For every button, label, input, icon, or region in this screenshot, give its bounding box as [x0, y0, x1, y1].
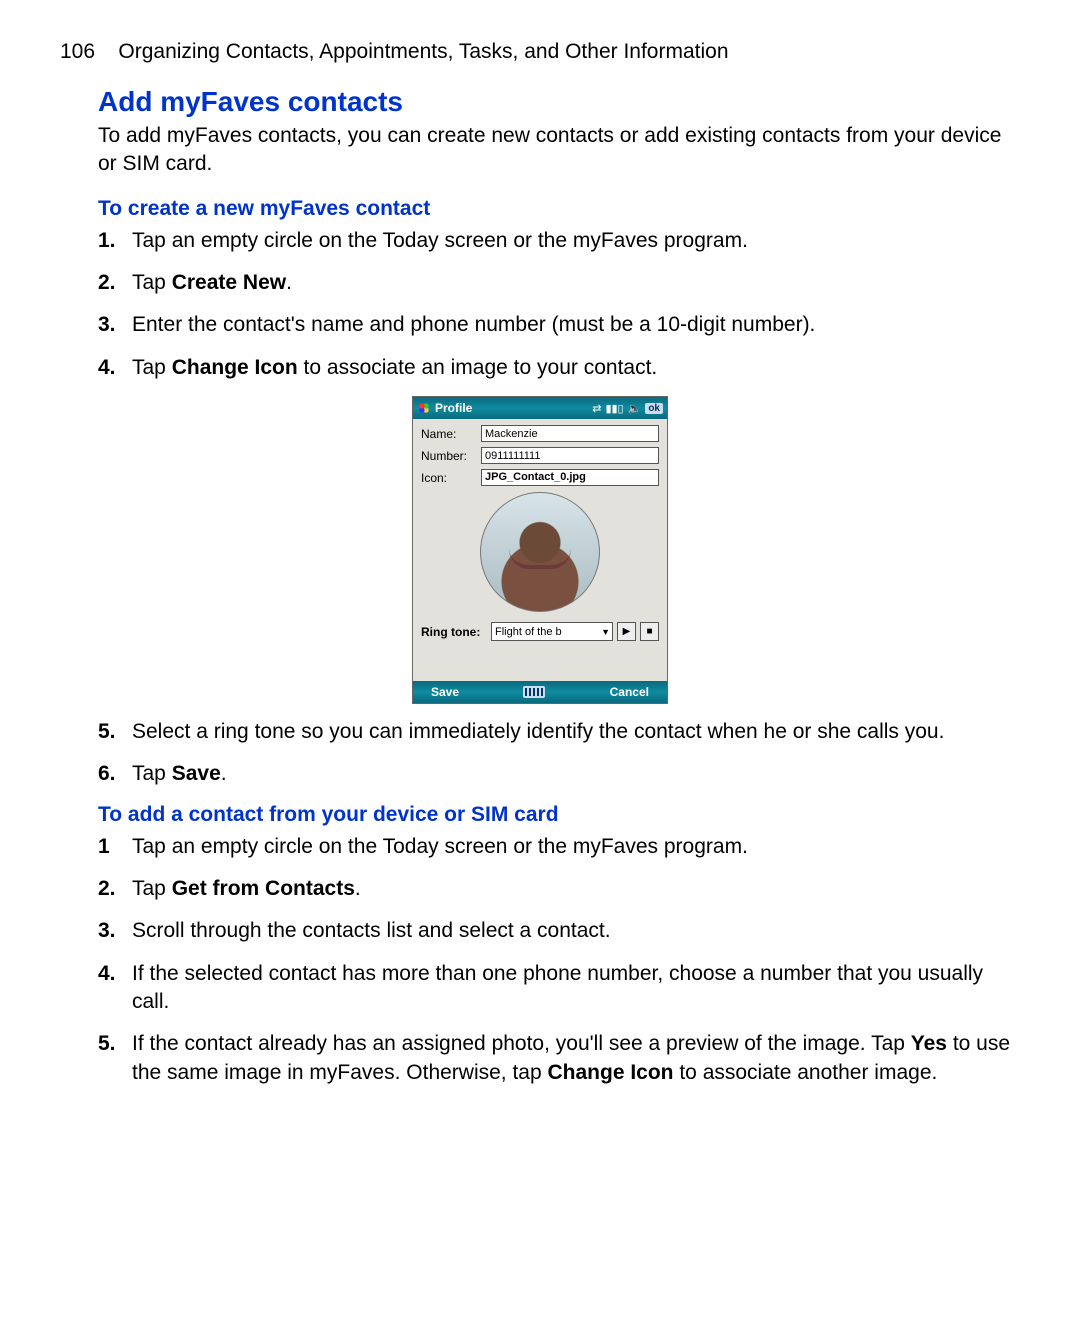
step-text: Enter the contact's name and phone numbe…	[132, 313, 815, 336]
steps-create: 1. Tap an empty circle on the Today scree…	[60, 227, 1020, 382]
softkey-save[interactable]: Save	[431, 685, 459, 699]
step-num: 3.	[98, 311, 116, 339]
label-name: Name:	[421, 427, 481, 441]
ok-button[interactable]: ok	[645, 403, 663, 414]
device-titlebar: Profile ⇄ ▮▮▯ 🔈 ok	[413, 397, 667, 419]
step-3b: 3. Scroll through the contacts list and s…	[98, 917, 1020, 945]
step-text-c: .	[355, 877, 361, 900]
step-text-a: Tap	[132, 356, 172, 379]
file-field-icon[interactable]: JPG_Contact_0.jpg	[481, 469, 659, 486]
steps-create-cont: 5. Select a ring tone so you can immediat…	[60, 718, 1020, 789]
stop-button[interactable]: ■	[640, 622, 659, 641]
form-area: Name: Number: Icon: JPG_Contact_0.jpg Ri…	[413, 419, 667, 645]
play-button[interactable]: ▶	[617, 622, 636, 641]
step-text-c: .	[286, 271, 292, 294]
status-icons: ⇄ ▮▮▯ 🔈 ok	[592, 402, 663, 415]
step-4b: 4. If the selected contact has more than …	[98, 960, 1020, 1017]
step-2b: 2. Tap Get from Contacts.	[98, 875, 1020, 903]
row-number: Number:	[421, 447, 659, 464]
label-icon: Icon:	[421, 471, 481, 485]
step-text-a: If the contact already has an assigned p…	[132, 1032, 911, 1055]
step-1b: 1 Tap an empty circle on the Today screen…	[98, 833, 1020, 861]
section-title: Add myFaves contacts	[60, 86, 1020, 118]
step-text: Select a ring tone so you can immediatel…	[132, 720, 944, 743]
step-text-bold: Get from Contacts	[172, 877, 355, 900]
label-number: Number:	[421, 449, 481, 463]
step-4: 4. Tap Change Icon to associate an image …	[98, 354, 1020, 382]
step-3: 3. Enter the contact's name and phone num…	[98, 311, 1020, 339]
device-frame: Profile ⇄ ▮▮▯ 🔈 ok Name: Number: Icon: J…	[412, 396, 668, 704]
step-num: 3.	[98, 917, 116, 945]
steps-add-existing: 1 Tap an empty circle on the Today screen…	[60, 833, 1020, 1087]
step-6: 6. Tap Save.	[98, 760, 1020, 788]
step-text-d: Change Icon	[548, 1061, 674, 1084]
row-icon: Icon: JPG_Contact_0.jpg	[421, 469, 659, 486]
page-header: 106 Organizing Contacts, Appointments, T…	[60, 40, 1020, 64]
label-ringtone: Ring tone:	[421, 625, 487, 639]
input-name[interactable]	[481, 425, 659, 442]
contact-photo[interactable]	[480, 492, 600, 612]
step-text: Scroll through the contacts list and sel…	[132, 919, 611, 942]
intro-text: To add myFaves contacts, you can create …	[60, 122, 1020, 179]
step-num: 1	[98, 833, 110, 861]
windows-start-icon[interactable]	[417, 401, 431, 415]
step-5: 5. Select a ring tone so you can immediat…	[98, 718, 1020, 746]
signal-icon: ▮▮▯	[605, 402, 623, 415]
device-bottombar: Save Cancel	[413, 681, 667, 703]
step-2: 2. Tap Create New.	[98, 269, 1020, 297]
step-num: 2.	[98, 269, 116, 297]
step-num: 2.	[98, 875, 116, 903]
row-name: Name:	[421, 425, 659, 442]
step-text: Tap an empty circle on the Today screen …	[132, 835, 748, 858]
step-text-bold: Create New	[172, 271, 286, 294]
dropdown-arrow-icon: ▼	[601, 627, 610, 637]
two-spaces	[101, 40, 113, 63]
chapter-title: Organizing Contacts, Appointments, Tasks…	[118, 40, 728, 63]
step-text-c: to associate an image to your contact.	[298, 356, 658, 379]
connectivity-icon: ⇄	[592, 402, 601, 415]
step-text: Tap an empty circle on the Today screen …	[132, 229, 748, 252]
softkey-cancel[interactable]: Cancel	[610, 685, 649, 699]
step-num: 5.	[98, 1030, 116, 1058]
step-text-a: Tap	[132, 877, 172, 900]
subheading-add-existing: To add a contact from your device or SIM…	[60, 803, 1020, 827]
step-num: 1.	[98, 227, 116, 255]
step-text-a: Tap	[132, 271, 172, 294]
step-5b: 5. If the contact already has an assigned…	[98, 1030, 1020, 1087]
step-text-b: Yes	[911, 1032, 947, 1055]
step-text-bold: Save	[172, 762, 221, 785]
form-spacer	[413, 645, 667, 681]
input-number[interactable]	[481, 447, 659, 464]
speaker-icon: 🔈	[628, 402, 642, 415]
device-screenshot: Profile ⇄ ▮▮▯ 🔈 ok Name: Number: Icon: J…	[60, 396, 1020, 704]
step-text: If the selected contact has more than on…	[132, 962, 983, 1013]
subheading-create: To create a new myFaves contact	[60, 197, 1020, 221]
step-num: 6.	[98, 760, 116, 788]
step-1: 1. Tap an empty circle on the Today scree…	[98, 227, 1020, 255]
keyboard-icon[interactable]	[523, 686, 545, 698]
step-text-bold: Change Icon	[172, 356, 298, 379]
ringtone-select[interactable]: Flight of the b ▼	[491, 622, 613, 641]
step-text-a: Tap	[132, 762, 172, 785]
step-text-c: .	[221, 762, 227, 785]
ringtone-value: Flight of the b	[495, 626, 562, 638]
row-ringtone: Ring tone: Flight of the b ▼ ▶ ■	[421, 622, 659, 641]
step-text-e: to associate another image.	[674, 1061, 938, 1084]
step-num: 5.	[98, 718, 116, 746]
titlebar-text: Profile	[435, 401, 588, 415]
page-number: 106	[60, 40, 95, 63]
step-num: 4.	[98, 960, 116, 988]
step-num: 4.	[98, 354, 116, 382]
